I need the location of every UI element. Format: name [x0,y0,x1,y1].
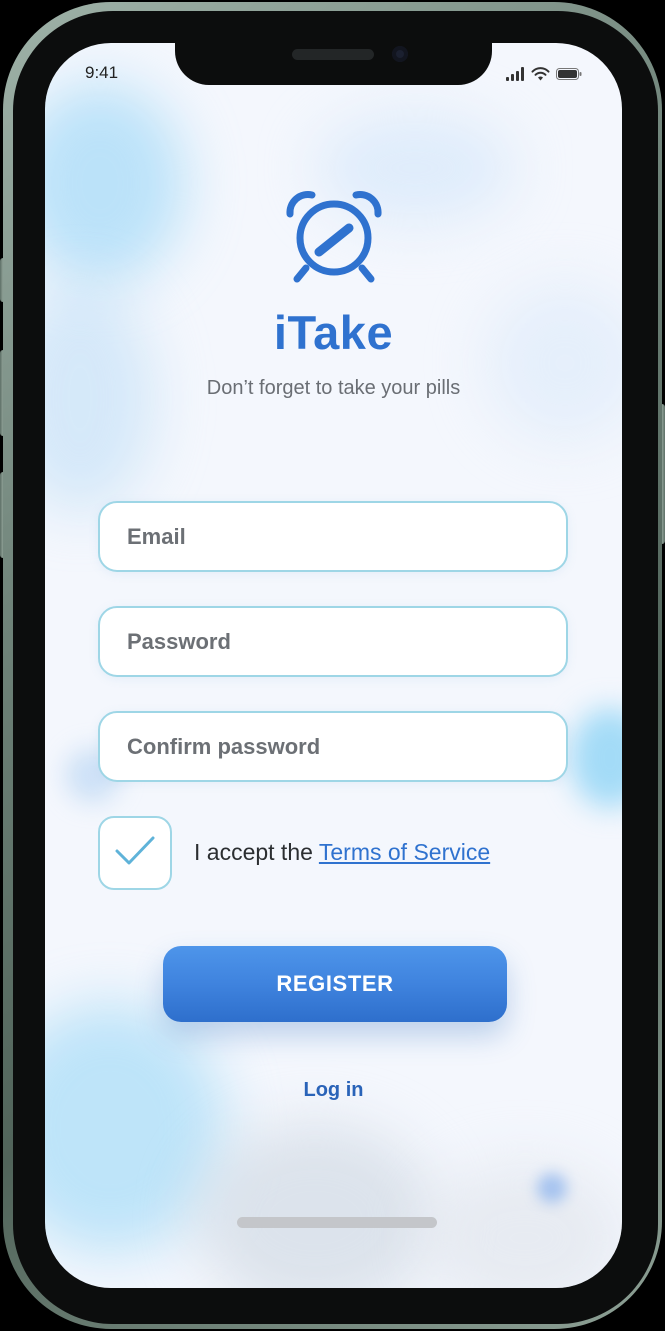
register-button[interactable]: REGISTER [163,946,507,1022]
terms-label: I accept the Terms of Service [194,839,490,866]
background-blob [425,1163,622,1288]
password-field[interactable] [98,606,568,677]
terms-checkbox[interactable] [98,816,172,890]
background-blob [45,83,185,283]
confirm-password-input[interactable] [125,732,566,761]
app-title: iTake [273,306,394,359]
email-input[interactable] [125,522,566,551]
app-tagline: Don’t forget to take your pills [206,377,461,399]
email-field[interactable] [98,501,568,572]
confirm-password-field[interactable] [98,711,568,782]
background-blob [537,1173,567,1203]
battery-icon [556,66,582,85]
phone-frame: 9:41 iTake Don’t forget to take your pil… [0,0,665,1331]
home-indicator[interactable] [237,1217,437,1228]
password-input[interactable] [125,627,566,656]
app-screen: 9:41 iTake Don’t forget to take your pil… [45,43,622,1288]
background-blob [195,1123,435,1288]
status-time: 9:41 [85,63,119,82]
checkmark-icon [113,834,157,872]
terms-prefix: I accept the [194,839,319,865]
wifi-icon [531,66,550,85]
status-icons [506,66,582,85]
background-blob [570,708,622,808]
signal-icon [506,66,525,85]
terms-of-service-link[interactable]: Terms of Service [319,839,490,865]
login-link[interactable]: Log in [45,1079,622,1102]
notch [175,43,492,85]
speaker-grille [292,49,374,60]
front-camera [392,46,408,62]
alarm-clock-icon [282,188,386,284]
